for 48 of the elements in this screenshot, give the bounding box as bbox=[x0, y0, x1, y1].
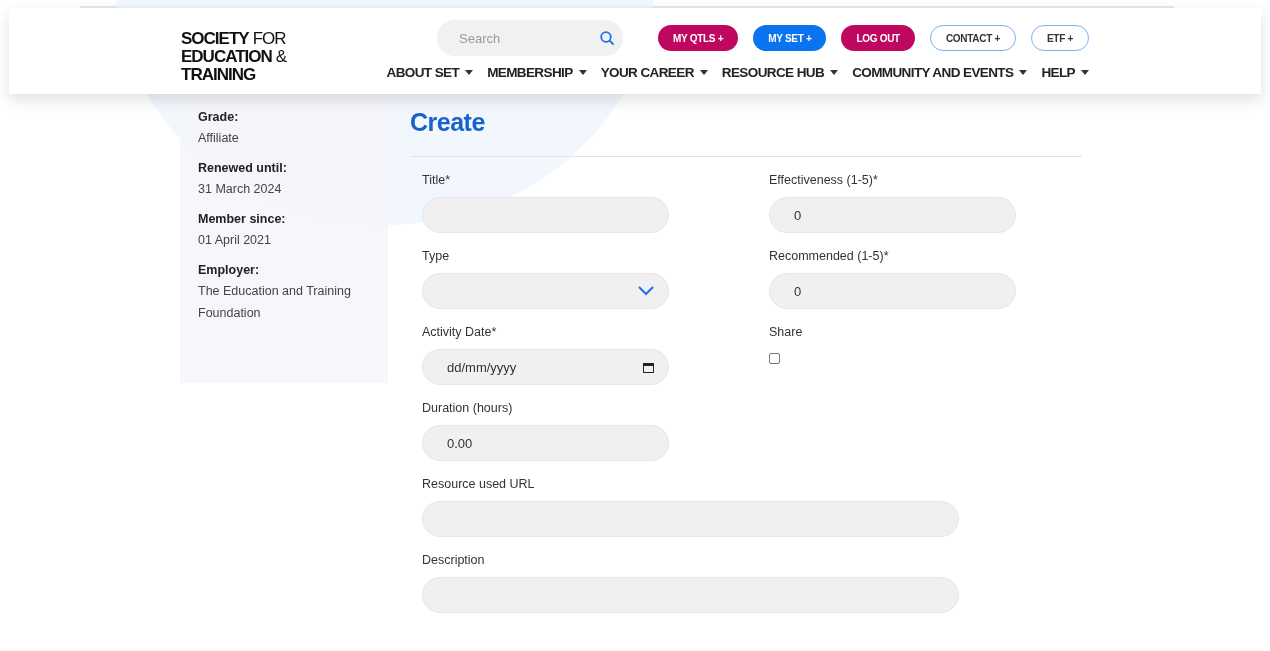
detail-value: Affiliate bbox=[198, 130, 240, 147]
select-field[interactable] bbox=[422, 273, 669, 309]
text-field[interactable] bbox=[422, 501, 959, 537]
detail-label: Renewed until: bbox=[198, 161, 288, 175]
detail-value: The Education and Training Foundation bbox=[198, 283, 352, 322]
caret-icon bbox=[578, 70, 587, 75]
field-label: Share bbox=[769, 325, 804, 339]
header-button[interactable]: MY SET + bbox=[753, 25, 827, 51]
chevron-down-icon bbox=[638, 286, 654, 296]
caret-icon bbox=[699, 70, 708, 75]
field-label: Resource used URL bbox=[422, 477, 536, 491]
text-field[interactable]: 0 bbox=[769, 273, 1016, 309]
detail-label: Employer: bbox=[198, 263, 261, 277]
caret-icon bbox=[830, 70, 839, 75]
detail-value: 31 March 2024 bbox=[198, 181, 283, 198]
calendar-icon bbox=[643, 361, 654, 373]
nav-menu-item[interactable]: COMMUNITY AND EVENTS bbox=[852, 65, 1028, 80]
caret-icon bbox=[1019, 70, 1028, 75]
field-label: Title* bbox=[422, 173, 451, 187]
nav-menu-item[interactable]: RESOURCE HUB bbox=[721, 65, 839, 80]
nav-menu-item[interactable]: YOUR CAREER bbox=[600, 65, 708, 80]
field-label: Recommended (1-5)* bbox=[769, 249, 890, 263]
logo[interactable]: SOCIETY FOR EDUCATION & TRAINING bbox=[181, 30, 287, 84]
detail-label: Member since: bbox=[198, 212, 287, 226]
field-label: Description bbox=[422, 553, 486, 567]
share-checkbox[interactable] bbox=[769, 353, 780, 364]
field-label: Type bbox=[422, 249, 451, 263]
nav-menu-item[interactable]: HELP bbox=[1041, 65, 1089, 80]
header-button[interactable]: ETF + bbox=[1031, 25, 1089, 51]
text-field[interactable]: 0 bbox=[769, 197, 1016, 233]
search-icon[interactable] bbox=[600, 30, 615, 46]
detail-value: 01 April 2021 bbox=[198, 232, 272, 249]
header-button[interactable]: MY QTLS + bbox=[658, 25, 739, 51]
date-field[interactable]: dd/mm/yyyy bbox=[422, 349, 669, 385]
text-field[interactable] bbox=[422, 197, 669, 233]
nav-menu-item[interactable]: ABOUT SET bbox=[386, 65, 474, 80]
field-label: Duration (hours) bbox=[422, 401, 514, 415]
detail-label: Grade: bbox=[198, 110, 240, 124]
field-label: Effectiveness (1-5)* bbox=[769, 173, 879, 187]
page-heading: Create bbox=[410, 108, 485, 138]
caret-icon bbox=[465, 70, 474, 75]
header-button[interactable]: LOG OUT bbox=[841, 25, 915, 51]
text-field[interactable] bbox=[422, 577, 959, 613]
field-label: Activity Date* bbox=[422, 325, 498, 339]
nav-menu-item[interactable]: MEMBERSHIP bbox=[487, 65, 587, 80]
text-field[interactable]: 0.00 bbox=[422, 425, 669, 461]
header-button[interactable]: CONTACT + bbox=[929, 25, 1016, 51]
caret-icon bbox=[1081, 70, 1089, 75]
